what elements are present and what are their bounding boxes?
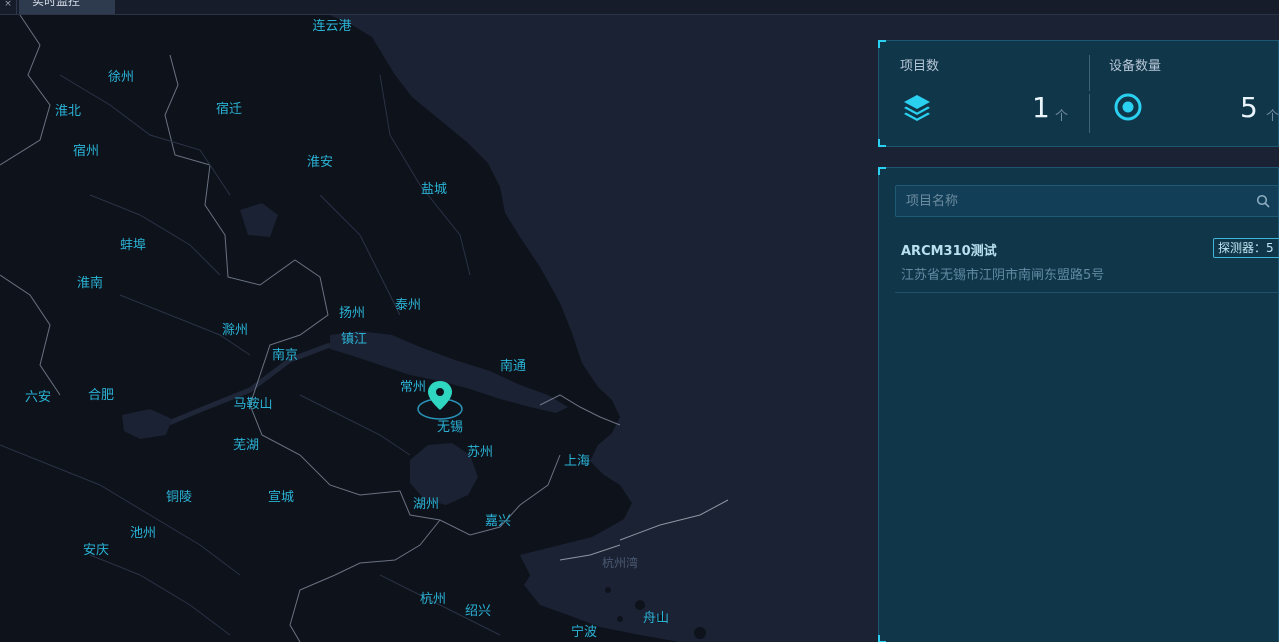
- city-label: 舟山: [642, 611, 670, 626]
- close-icon[interactable]: ×: [4, 0, 12, 9]
- tab-realtime-monitor[interactable]: 实时监控 ×: [19, 0, 115, 14]
- city-label: 苏州: [466, 445, 494, 460]
- city-label: 宿州: [72, 144, 100, 159]
- stat-label: 项目数: [900, 59, 940, 74]
- city-label: 湖州: [412, 497, 440, 512]
- city-label: 宿迁: [215, 102, 243, 117]
- city-label: 安庆: [82, 543, 110, 558]
- stat-device-count: 设备数量 5 个: [1089, 41, 1279, 148]
- city-label: 南京: [271, 348, 299, 363]
- target-ring-icon: [1114, 93, 1142, 121]
- location-pin-icon[interactable]: [416, 377, 464, 421]
- city-label: 宁波: [570, 625, 598, 640]
- project-list-item[interactable]: ARCM310测试 探测器：5 江苏省无锡市江阴市南闸东盟路5号: [895, 233, 1279, 293]
- project-name: ARCM310测试: [901, 244, 997, 259]
- stats-panel: 项目数 1 个 设备数量 5 个: [878, 40, 1279, 147]
- app-root: × 实时监控 ×: [0, 0, 1279, 642]
- search-icon[interactable]: [1256, 194, 1270, 208]
- city-label: 蚌埠: [119, 238, 147, 253]
- city-label: 铜陵: [165, 490, 193, 505]
- city-label: 南通: [499, 359, 527, 374]
- city-label: 泰州: [394, 298, 422, 313]
- city-label: 淮安: [306, 155, 334, 170]
- city-label: 宣城: [267, 490, 295, 505]
- city-label: 连云港: [312, 19, 352, 34]
- stat-project-count: 项目数 1 个: [879, 41, 1089, 148]
- city-label: 合肥: [87, 388, 115, 403]
- tab-bar: × 实时监控 ×: [0, 0, 1279, 15]
- city-label: 六安: [24, 390, 52, 405]
- project-address: 江苏省无锡市江阴市南闸东盟路5号: [901, 268, 1105, 283]
- detector-count-badge: 探测器：5: [1213, 238, 1279, 258]
- stat-label: 设备数量: [1109, 59, 1162, 74]
- search-input[interactable]: [906, 186, 1246, 216]
- city-label: 无锡: [436, 420, 464, 435]
- city-label: 池州: [129, 526, 157, 541]
- stat-value: 5: [1240, 91, 1258, 124]
- stat-unit: 个: [1055, 109, 1069, 124]
- city-label: 镇江: [340, 332, 368, 347]
- stat-value: 1: [1032, 91, 1050, 124]
- tab-label: 实时监控: [32, 0, 81, 8]
- tab-previous[interactable]: ×: [0, 0, 17, 14]
- city-label: 淮南: [76, 276, 104, 291]
- project-list-panel: ARCM310测试 探测器：5 江苏省无锡市江阴市南闸东盟路5号: [878, 167, 1279, 642]
- city-label: 盐城: [420, 182, 448, 197]
- city-label: 绍兴: [464, 604, 492, 619]
- stat-unit: 个: [1266, 109, 1279, 124]
- city-label: 扬州: [338, 306, 366, 321]
- city-label: 淮北: [54, 104, 82, 119]
- city-label: 杭州: [419, 592, 447, 607]
- city-label: 嘉兴: [484, 514, 512, 529]
- city-label: 徐州: [107, 70, 135, 85]
- layers-icon: [904, 95, 930, 121]
- city-label: 滁州: [221, 323, 249, 338]
- search-box[interactable]: [895, 185, 1279, 217]
- city-label: 杭州湾: [601, 556, 639, 570]
- city-label: 上海: [563, 454, 591, 469]
- city-label: 马鞍山: [233, 397, 273, 412]
- city-label: 芜湖: [232, 438, 260, 453]
